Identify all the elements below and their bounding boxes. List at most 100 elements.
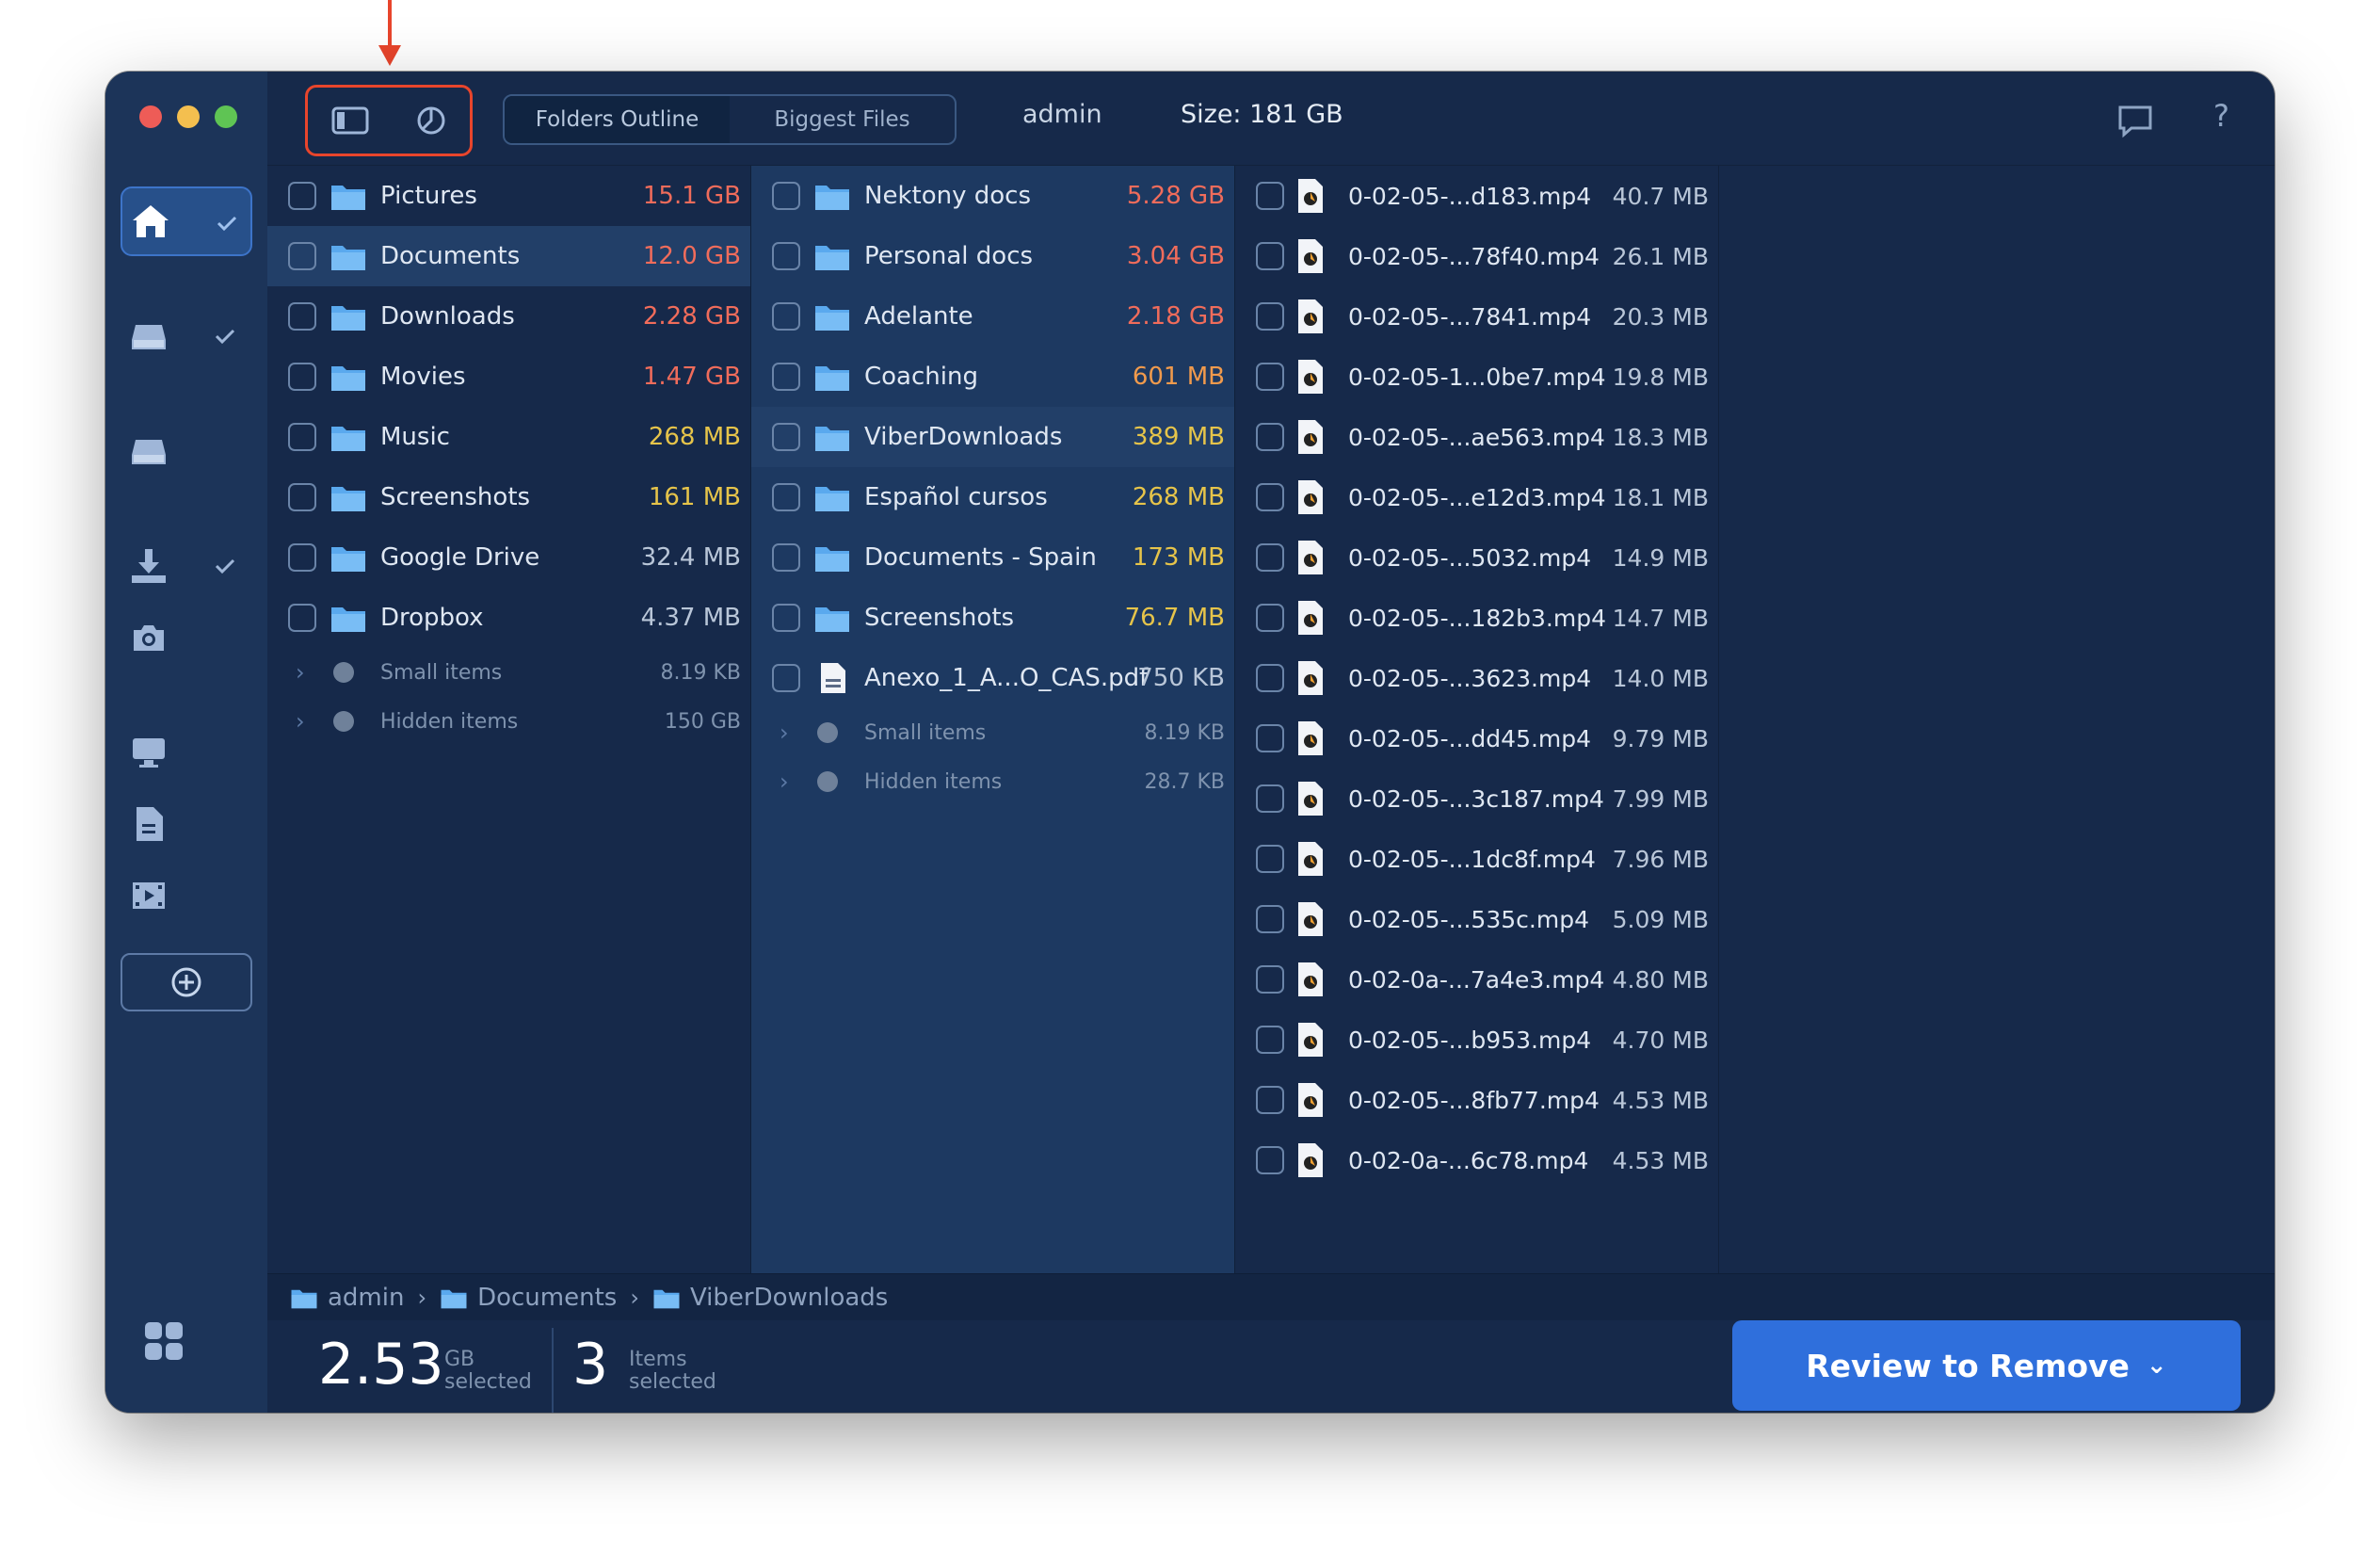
small-items-row[interactable]: › Small items 8.19 KB: [751, 708, 1234, 757]
small-items-row[interactable]: › Small items 8.19 KB: [267, 648, 750, 697]
help-icon[interactable]: ?: [2213, 98, 2229, 134]
folder-row[interactable]: Google Drive 32.4 MB: [267, 527, 750, 588]
sidebar-item-drive-1[interactable]: [121, 301, 252, 371]
row-checkbox[interactable]: [288, 242, 316, 270]
folder-row[interactable]: Dropbox 4.37 MB: [267, 588, 750, 648]
sidebar-item-drive-2[interactable]: [121, 416, 252, 486]
pie-chart-icon[interactable]: [415, 105, 447, 137]
row-checkbox[interactable]: [288, 604, 316, 632]
folder-row[interactable]: Screenshots 76.7 MB: [751, 588, 1234, 648]
folder-row[interactable]: Movies 1.47 GB: [267, 347, 750, 407]
row-checkbox[interactable]: [772, 182, 800, 210]
video-file-row[interactable]: 0-02-05-...b953.mp4 4.70 MB: [1235, 1010, 1718, 1070]
row-checkbox[interactable]: [772, 423, 800, 451]
row-checkbox[interactable]: [288, 363, 316, 391]
folder-row[interactable]: Pictures 15.1 GB: [267, 166, 750, 226]
review-to-remove-button[interactable]: Review to Remove ⌄: [1732, 1320, 2241, 1411]
video-file-row[interactable]: 0-02-05-...dd45.mp4 9.79 MB: [1235, 708, 1718, 768]
row-checkbox[interactable]: [288, 483, 316, 511]
row-checkbox[interactable]: [1256, 302, 1284, 331]
row-checkbox[interactable]: [1256, 363, 1284, 391]
breadcrumb-item-documents[interactable]: Documents: [440, 1284, 617, 1312]
chevron-right-icon[interactable]: ›: [780, 768, 789, 795]
video-file-row[interactable]: 0-02-05-...7841.mp4 20.3 MB: [1235, 286, 1718, 347]
row-checkbox[interactable]: [288, 423, 316, 451]
row-checkbox[interactable]: [772, 604, 800, 632]
sidebar-item-documents[interactable]: [121, 789, 252, 859]
hidden-items-row[interactable]: › Hidden items 150 GB: [267, 697, 750, 746]
row-checkbox[interactable]: [1256, 1086, 1284, 1114]
video-file-row[interactable]: 0-02-0a-...7a4e3.mp4 4.80 MB: [1235, 949, 1718, 1010]
row-checkbox[interactable]: [772, 483, 800, 511]
sidebar-item-downloads[interactable]: [121, 531, 252, 601]
chevron-right-icon[interactable]: ›: [296, 708, 305, 735]
folder-row[interactable]: Coaching 601 MB: [751, 347, 1234, 407]
breadcrumb-item-home[interactable]: admin: [290, 1284, 404, 1312]
folder-row[interactable]: Documents - Spain 173 MB: [751, 527, 1234, 588]
row-checkbox[interactable]: [1256, 182, 1284, 210]
row-checkbox[interactable]: [1256, 1026, 1284, 1054]
video-file-row[interactable]: 0-02-05-...5032.mp4 14.9 MB: [1235, 527, 1718, 588]
sidebar-item-desktop[interactable]: [121, 718, 252, 787]
video-file-row[interactable]: 0-02-05-...78f40.mp4 26.1 MB: [1235, 226, 1718, 286]
row-checkbox[interactable]: [1256, 845, 1284, 873]
zoom-window-button[interactable]: [215, 105, 237, 128]
minimize-window-button[interactable]: [177, 105, 200, 128]
folder-row[interactable]: Adelante 2.18 GB: [751, 286, 1234, 347]
folder-row[interactable]: Personal docs 3.04 GB: [751, 226, 1234, 286]
sidebar-item-camera[interactable]: [121, 603, 252, 672]
row-checkbox[interactable]: [1256, 784, 1284, 813]
apps-grid-icon[interactable]: [143, 1320, 185, 1366]
video-file-row[interactable]: 0-02-05-...182b3.mp4 14.7 MB: [1235, 588, 1718, 648]
row-checkbox[interactable]: [1256, 604, 1284, 632]
folder-icon: [331, 487, 365, 511]
row-checkbox[interactable]: [1256, 543, 1284, 572]
file-row[interactable]: Anexo_1_A...O_CAS.pdf 750 KB: [751, 648, 1234, 708]
row-checkbox[interactable]: [772, 363, 800, 391]
row-checkbox[interactable]: [288, 182, 316, 210]
video-file-row[interactable]: 0-02-05-...d183.mp4 40.7 MB: [1235, 166, 1718, 226]
row-checkbox[interactable]: [1256, 483, 1284, 511]
video-file-row[interactable]: 0-02-05-...e12d3.mp4 18.1 MB: [1235, 467, 1718, 527]
folder-row[interactable]: Nektony docs 5.28 GB: [751, 166, 1234, 226]
sidebar-toggle-icon[interactable]: [331, 106, 369, 135]
sidebar-item-home[interactable]: [121, 186, 252, 256]
row-checkbox[interactable]: [288, 543, 316, 572]
tab-biggest-files[interactable]: Biggest Files: [730, 96, 955, 143]
add-location-button[interactable]: [121, 953, 252, 1011]
row-checkbox[interactable]: [1256, 242, 1284, 270]
video-file-row[interactable]: 0-02-05-...1dc8f.mp4 7.96 MB: [1235, 829, 1718, 889]
chevron-right-icon[interactable]: ›: [780, 719, 789, 746]
row-checkbox[interactable]: [772, 543, 800, 572]
row-checkbox[interactable]: [1256, 423, 1284, 451]
video-file-row[interactable]: 0-02-05-...3c187.mp4 7.99 MB: [1235, 768, 1718, 829]
folder-row-selected[interactable]: Documents 12.0 GB: [267, 226, 750, 286]
row-checkbox[interactable]: [772, 664, 800, 692]
breadcrumb-item-viberdownloads[interactable]: ViberDownloads: [652, 1284, 888, 1312]
row-checkbox[interactable]: [772, 302, 800, 331]
row-checkbox[interactable]: [1256, 905, 1284, 933]
folder-row-selected[interactable]: ViberDownloads 389 MB: [751, 407, 1234, 467]
folder-row[interactable]: Music 268 MB: [267, 407, 750, 467]
folder-row[interactable]: Downloads 2.28 GB: [267, 286, 750, 347]
video-file-row[interactable]: 0-02-05-1...0be7.mp4 19.8 MB: [1235, 347, 1718, 407]
row-checkbox[interactable]: [288, 302, 316, 331]
sidebar-item-movies[interactable]: [121, 861, 252, 930]
tab-folders-outline[interactable]: Folders Outline: [505, 96, 730, 143]
chevron-right-icon[interactable]: ›: [296, 659, 305, 686]
row-checkbox[interactable]: [772, 242, 800, 270]
row-checkbox[interactable]: [1256, 724, 1284, 752]
video-file-row[interactable]: 0-02-05-...535c.mp4 5.09 MB: [1235, 889, 1718, 949]
row-checkbox[interactable]: [1256, 965, 1284, 994]
folder-row[interactable]: Screenshots 161 MB: [267, 467, 750, 527]
hidden-items-row[interactable]: › Hidden items 28.7 KB: [751, 757, 1234, 806]
video-file-row[interactable]: 0-02-0a-...6c78.mp4 4.53 MB: [1235, 1130, 1718, 1190]
video-file-row[interactable]: 0-02-05-...3623.mp4 14.0 MB: [1235, 648, 1718, 708]
folder-row[interactable]: Español cursos 268 MB: [751, 467, 1234, 527]
video-file-row[interactable]: 0-02-05-...ae563.mp4 18.3 MB: [1235, 407, 1718, 467]
row-checkbox[interactable]: [1256, 1146, 1284, 1174]
row-checkbox[interactable]: [1256, 664, 1284, 692]
chat-icon[interactable]: [2116, 102, 2154, 139]
close-window-button[interactable]: [139, 105, 162, 128]
video-file-row[interactable]: 0-02-05-...8fb77.mp4 4.53 MB: [1235, 1070, 1718, 1130]
